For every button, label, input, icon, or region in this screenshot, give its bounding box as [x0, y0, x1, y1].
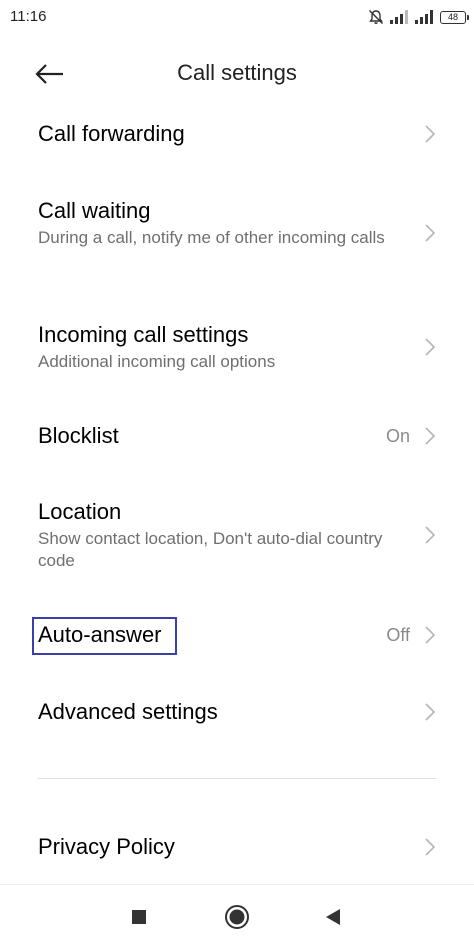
row-title: Incoming call settings — [38, 322, 249, 347]
row-title: Advanced settings — [38, 699, 218, 724]
status-icons: 48 — [367, 8, 469, 26]
chevron-right-icon — [425, 338, 436, 356]
row-subtitle: Show contact location, Don't auto-dial c… — [38, 529, 383, 570]
header: Call settings — [0, 48, 474, 100]
chevron-right-icon — [425, 838, 436, 856]
chevron-right-icon — [425, 224, 436, 242]
page-title: Call settings — [177, 60, 297, 85]
navigation-bar — [0, 884, 474, 949]
row-title: Auto-answer — [38, 622, 162, 647]
advanced-settings-item[interactable]: Advanced settings — [0, 698, 474, 738]
auto-answer-status: Off — [386, 625, 410, 645]
battery-icon: 48 — [440, 10, 469, 24]
row-subtitle: Additional incoming call options — [38, 352, 276, 371]
blocklist-item[interactable]: Blocklist On — [0, 422, 474, 462]
blocklist-status: On — [385, 426, 410, 446]
chevron-right-icon — [425, 427, 436, 445]
row-title: Blocklist — [38, 423, 119, 448]
chevron-right-icon — [425, 526, 436, 544]
chevron-right-icon — [425, 703, 436, 721]
auto-answer-item[interactable]: Auto-answer Off — [0, 621, 474, 661]
recents-button[interactable] — [125, 903, 153, 931]
row-title: Location — [38, 499, 122, 524]
back-triangle-icon — [326, 909, 340, 925]
incoming-call-settings-item[interactable]: Incoming call settings Additional incomi… — [0, 321, 474, 377]
back-nav-button[interactable] — [319, 903, 347, 931]
row-subtitle: During a call, notify me of other incomi… — [38, 228, 385, 247]
row-title: Privacy Policy — [38, 834, 175, 859]
chevron-right-icon — [425, 125, 436, 143]
home-button[interactable] — [223, 903, 251, 931]
signal-icon — [390, 10, 410, 24]
row-title: Call waiting — [38, 198, 151, 223]
status-time: 11:16 — [10, 8, 47, 25]
bell-off-icon — [367, 8, 385, 26]
recents-square-icon — [132, 910, 146, 924]
chevron-right-icon — [425, 626, 436, 644]
location-item[interactable]: Location Show contact location, Don't au… — [0, 498, 474, 578]
privacy-policy-item[interactable]: Privacy Policy — [0, 833, 474, 873]
signal-icon — [415, 10, 435, 24]
row-title: Call forwarding — [38, 121, 185, 146]
call-waiting-item[interactable]: Call waiting During a call, notify me of… — [0, 197, 474, 277]
call-forwarding-item[interactable]: Call forwarding — [0, 120, 474, 160]
divider — [38, 778, 436, 779]
status-bar: 11:16 48 — [0, 0, 474, 36]
home-circle-icon — [225, 905, 249, 929]
